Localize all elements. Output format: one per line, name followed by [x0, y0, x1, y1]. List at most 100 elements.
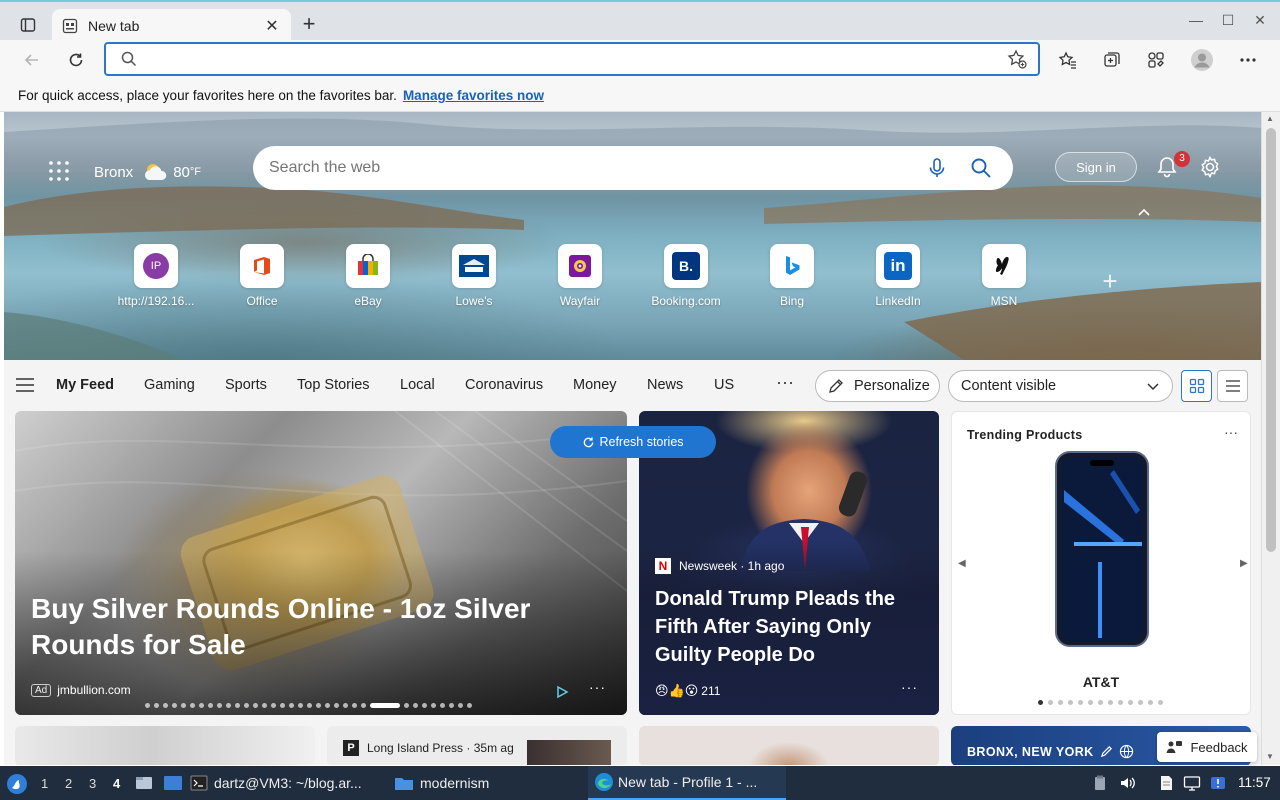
carousel-dot[interactable]: [145, 703, 150, 708]
tab-actions-icon[interactable]: [10, 11, 46, 39]
taskbar-folder[interactable]: modernism: [394, 766, 489, 800]
carousel-dot[interactable]: [440, 703, 445, 708]
manage-favorites-link[interactable]: Manage favorites now: [403, 88, 544, 103]
refresh-icon[interactable]: [62, 47, 90, 73]
quick-link-bing[interactable]: Bing: [742, 244, 842, 308]
browser-tab[interactable]: New tab ✕: [52, 9, 291, 42]
sponsored-more-icon[interactable]: ···: [589, 679, 606, 695]
carousel-dot[interactable]: [352, 703, 357, 708]
carousel-dot[interactable]: [1138, 700, 1143, 705]
show-desktop-icon[interactable]: [163, 775, 183, 791]
carousel-dot[interactable]: [1098, 700, 1103, 705]
tray-clipboard-icon[interactable]: [1091, 774, 1109, 792]
taskbar-browser[interactable]: New tab - Profile 1 - ...: [588, 766, 786, 800]
carousel-dot[interactable]: [262, 703, 267, 708]
quick-link-wayfair[interactable]: Wayfair: [530, 244, 630, 308]
carousel-dot[interactable]: [458, 703, 463, 708]
carousel-dot[interactable]: [361, 703, 366, 708]
news-headline[interactable]: Donald Trump Pleads the Fifth After Sayi…: [655, 585, 925, 669]
profile-avatar-icon[interactable]: [1188, 47, 1216, 73]
carousel-dot[interactable]: [307, 703, 312, 708]
carousel-dot[interactable]: [1108, 700, 1113, 705]
refresh-stories-button[interactable]: Refresh stories: [550, 426, 716, 458]
feed-tab-gaming[interactable]: Gaming: [144, 377, 195, 393]
tray-notes-icon[interactable]: [1157, 774, 1175, 792]
trending-products-card[interactable]: Trending Products ··· ◀ ▶ AT&T: [951, 411, 1251, 715]
extensions-icon[interactable]: [1142, 47, 1170, 73]
feed-tab-news[interactable]: News: [647, 377, 683, 393]
feed-tab-coronavirus[interactable]: Coronavirus: [465, 377, 543, 393]
carousel-dot[interactable]: [298, 703, 303, 708]
carousel-dot[interactable]: [235, 703, 240, 708]
edit-pencil-icon[interactable]: [1100, 745, 1113, 758]
favorites-icon[interactable]: [1054, 47, 1082, 73]
carousel-dot[interactable]: [1128, 700, 1133, 705]
add-quick-link-button[interactable]: +: [1098, 268, 1122, 294]
collections-icon[interactable]: [1098, 47, 1126, 73]
carousel-dot[interactable]: [413, 703, 418, 708]
sponsored-headline[interactable]: Buy Silver Rounds Online - 1oz Silver Ro…: [31, 591, 571, 663]
carousel-dot[interactable]: [208, 703, 213, 708]
file-manager-icon[interactable]: [135, 775, 153, 791]
carousel-dot[interactable]: [199, 703, 204, 708]
volume-icon[interactable]: [1119, 774, 1137, 792]
carousel-dot[interactable]: [244, 703, 249, 708]
workspace-4[interactable]: 4: [113, 776, 120, 791]
trending-more-icon[interactable]: ···: [1224, 424, 1238, 440]
address-bar[interactable]: [104, 42, 1040, 76]
carousel-dot[interactable]: [1118, 700, 1123, 705]
sign-in-button[interactable]: Sign in: [1055, 152, 1137, 182]
address-input[interactable]: [152, 51, 1006, 67]
feed-tab-top-stories[interactable]: Top Stories: [297, 377, 370, 393]
carousel-dot[interactable]: [1088, 700, 1093, 705]
carousel-dot[interactable]: [172, 703, 177, 708]
tray-update-icon[interactable]: [1209, 774, 1227, 792]
workspace-1[interactable]: 1: [41, 776, 48, 791]
carousel-dot[interactable]: [422, 703, 427, 708]
workspace-3[interactable]: 3: [89, 776, 96, 791]
feed-tab-money[interactable]: Money: [573, 377, 617, 393]
carousel-prev-icon[interactable]: ◀: [958, 558, 966, 569]
page-settings-gear-icon[interactable]: [1197, 154, 1223, 180]
carousel-dot-active[interactable]: [370, 703, 400, 708]
carousel-dot[interactable]: [181, 703, 186, 708]
workspace-2[interactable]: 2: [65, 776, 72, 791]
carousel-dot[interactable]: [316, 703, 321, 708]
feed-card-partial[interactable]: [15, 726, 315, 765]
grid-view-toggle[interactable]: [1181, 370, 1212, 402]
smartphone-product-image[interactable]: [1054, 450, 1150, 648]
carousel-dot[interactable]: [1058, 700, 1063, 705]
carousel-dot[interactable]: [1158, 700, 1163, 705]
web-search-input[interactable]: [269, 159, 925, 177]
feed-tab-sports[interactable]: Sports: [225, 377, 267, 393]
search-submit-icon[interactable]: [969, 156, 993, 180]
taskbar-terminal[interactable]: dartz@VM3: ~/blog.ar...: [190, 766, 362, 800]
news-more-icon[interactable]: ···: [901, 679, 918, 695]
page-scrollbar[interactable]: ▲ ▼: [1261, 112, 1280, 765]
carousel-dot[interactable]: [325, 703, 330, 708]
carousel-dot[interactable]: [190, 703, 195, 708]
feedback-button[interactable]: Feedback: [1157, 732, 1257, 762]
feed-tab-local[interactable]: Local: [400, 377, 435, 393]
feed-card-partial[interactable]: P Long Island Press · 35m ag: [327, 726, 627, 765]
carousel-dot[interactable]: [1148, 700, 1153, 705]
carousel-dot[interactable]: [289, 703, 294, 708]
carousel-dot[interactable]: [1078, 700, 1083, 705]
carousel-next-icon[interactable]: ▶: [1240, 558, 1248, 569]
settings-more-icon[interactable]: [1234, 47, 1262, 73]
sponsored-card[interactable]: Buy Silver Rounds Online - 1oz Silver Ro…: [15, 411, 627, 715]
carousel-dot[interactable]: [1048, 700, 1053, 705]
globe-icon[interactable]: [1119, 744, 1134, 759]
scrollbar-thumb[interactable]: [1266, 128, 1276, 552]
quick-link-lowes[interactable]: Lowe's: [424, 244, 524, 308]
carousel-dot[interactable]: [154, 703, 159, 708]
close-window-icon[interactable]: ✕: [1250, 12, 1270, 32]
trending-brand[interactable]: AT&T: [952, 674, 1250, 690]
carousel-dot[interactable]: [467, 703, 472, 708]
content-visibility-select[interactable]: Content visible: [948, 370, 1173, 402]
network-icon[interactable]: [1183, 774, 1201, 792]
carousel-dot[interactable]: [253, 703, 258, 708]
quick-link-msn[interactable]: MSN: [954, 244, 1054, 308]
close-tab-icon[interactable]: ✕: [263, 16, 281, 36]
new-tab-button[interactable]: +: [298, 13, 320, 36]
